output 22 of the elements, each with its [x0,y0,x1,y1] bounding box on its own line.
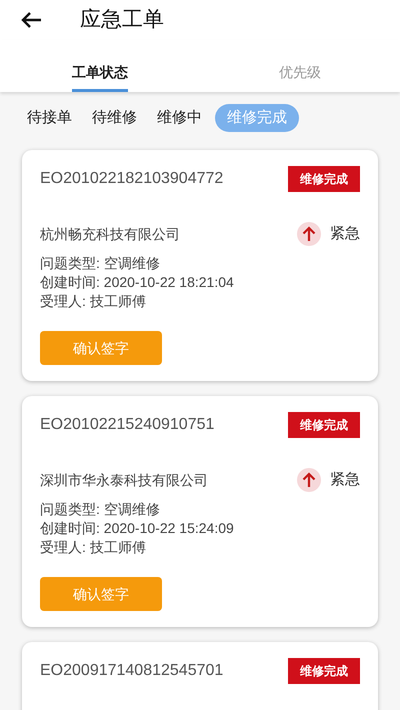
status-badge: 维修完成 [288,166,360,192]
filter-chip[interactable]: 待接单 [20,104,79,132]
company-name: 杭州畅充科技有限公司 [40,224,180,244]
detail-line: 受理人: 技工师傅 [40,292,147,311]
status-badge: 维修完成 [288,658,360,684]
detail-line: 问题类型: 空调维修 [40,500,161,519]
page-title: 应急工单 [80,7,164,34]
tab[interactable]: 工单状态 [72,46,128,92]
detail-line: 问题类型: 空调维修 [40,254,161,273]
detail-line: 创建时间: 2020-10-22 18:21:04 [40,273,235,292]
priority-label: 紧急 [330,224,360,244]
order-code: EO201022182103904772 [40,169,224,189]
company-name: 深圳市华永泰科技有限公司 [40,470,208,490]
priority-label: 紧急 [330,470,360,490]
order-code: EO200917140812545701 [40,661,224,681]
detail-line: 创建时间: 2020-10-22 15:24:09 [40,519,235,538]
detail-line: 受理人: 技工师傅 [40,538,147,557]
filter-chip[interactable]: 待维修 [85,104,144,132]
order-code: EO20102215240910751 [40,415,214,435]
back-icon[interactable] [20,11,42,29]
filter-chip[interactable]: 维修中 [150,104,209,132]
status-badge: 维修完成 [288,412,360,438]
